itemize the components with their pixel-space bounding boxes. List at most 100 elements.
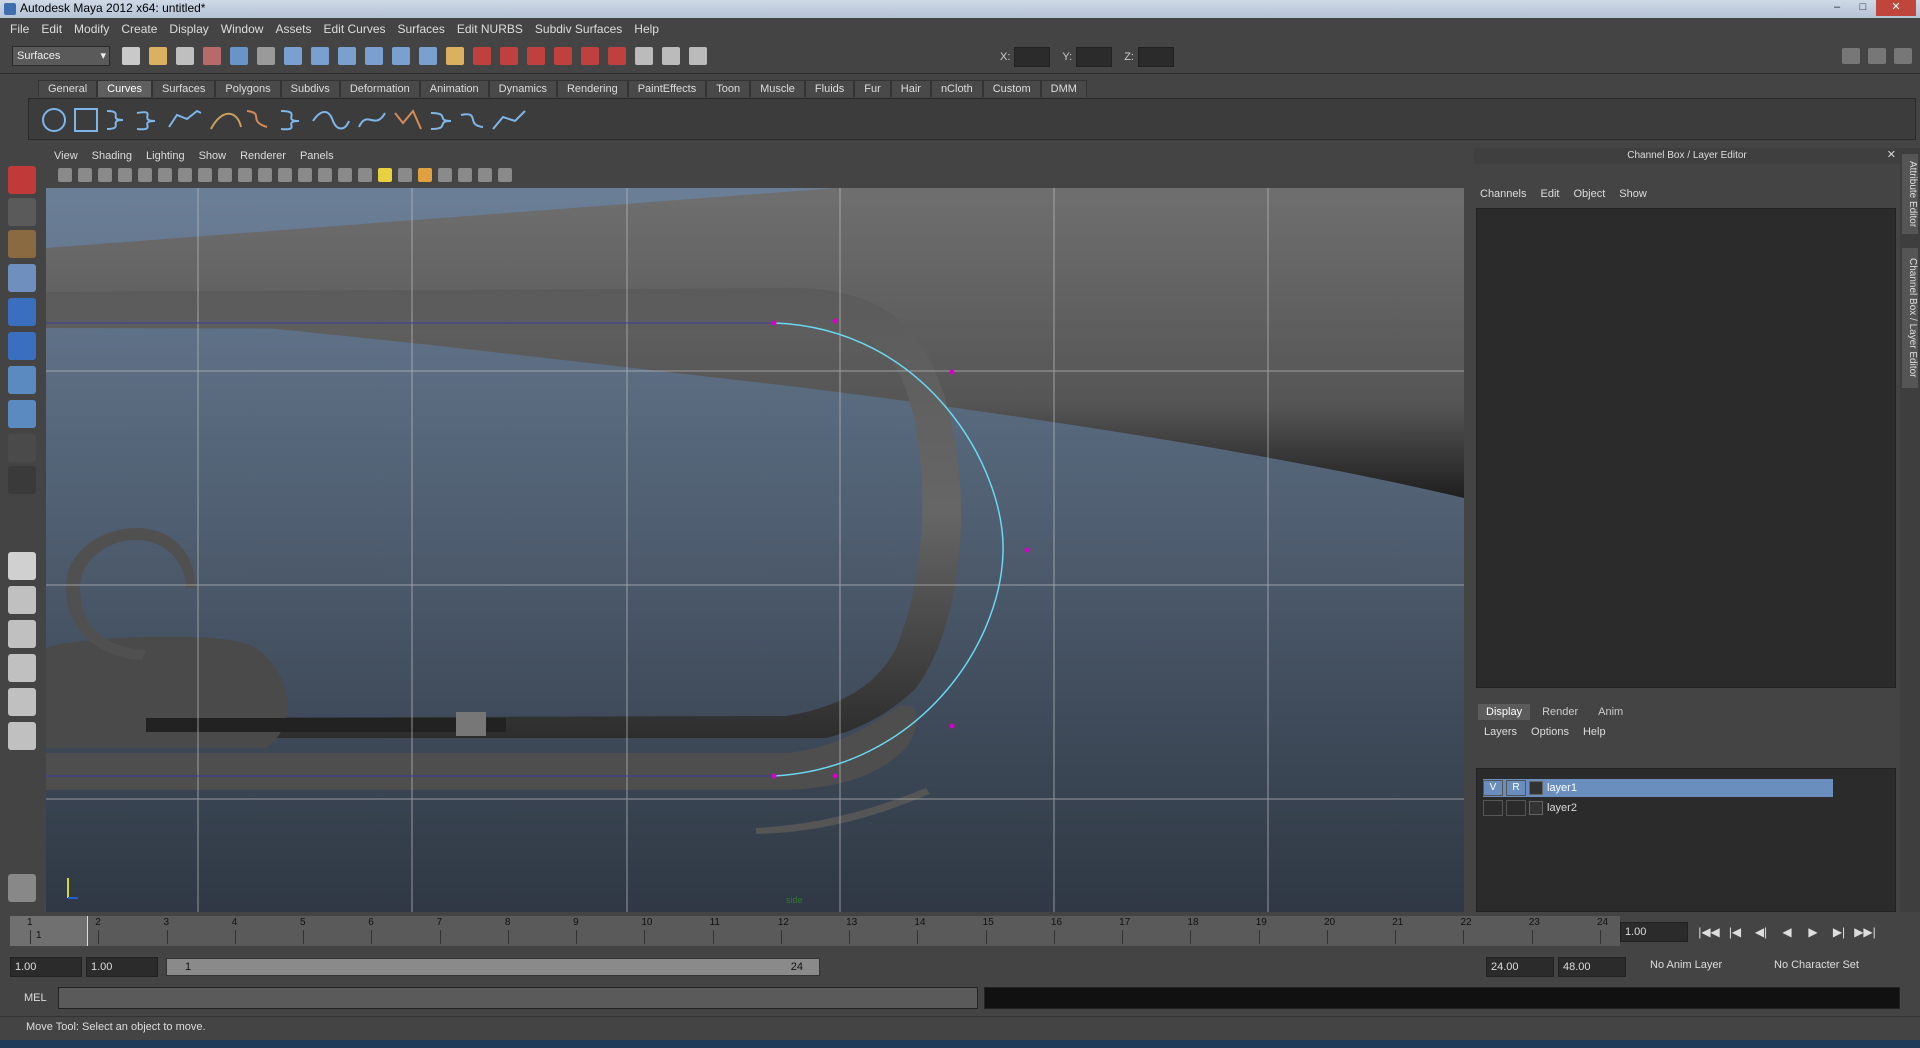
y-field[interactable] bbox=[1076, 47, 1113, 67]
menu-modify[interactable]: Modify bbox=[74, 22, 109, 36]
dope-sheet-layout-icon[interactable] bbox=[8, 722, 36, 750]
close-button[interactable]: ✕ bbox=[1876, 0, 1916, 16]
hypershade-layout-icon[interactable] bbox=[8, 688, 36, 716]
wireframe-on-shaded-icon[interactable] bbox=[338, 168, 352, 182]
arc-tool-icon[interactable] bbox=[210, 112, 242, 130]
xray-icon[interactable] bbox=[458, 168, 472, 182]
smooth-shade-icon[interactable] bbox=[318, 168, 332, 182]
anim-start-field[interactable]: 1.00 bbox=[86, 957, 158, 977]
rotate-tool-icon[interactable] bbox=[8, 298, 36, 326]
layer-tab-render[interactable]: Render bbox=[1534, 704, 1586, 720]
layers-menu[interactable]: Layers bbox=[1484, 726, 1517, 738]
cb-object-menu[interactable]: Object bbox=[1573, 188, 1605, 200]
input-line-icon[interactable] bbox=[689, 47, 707, 65]
detach-curves-icon[interactable] bbox=[430, 112, 452, 130]
panel-menu-lighting[interactable]: Lighting bbox=[146, 150, 185, 162]
curve-cv[interactable] bbox=[771, 320, 777, 326]
panel-menu-renderer[interactable]: Renderer bbox=[240, 150, 286, 162]
channel-box-tab[interactable]: Channel Box / Layer Editor bbox=[1902, 248, 1918, 388]
lock-icon[interactable] bbox=[446, 47, 464, 65]
panel-menu-view[interactable]: View bbox=[54, 150, 78, 162]
step-forward-key-button[interactable]: ▶| bbox=[1826, 922, 1852, 942]
two-d-pan-zoom-icon[interactable] bbox=[138, 168, 152, 182]
z-field[interactable] bbox=[1137, 47, 1174, 67]
rebuild-curve-icon[interactable] bbox=[460, 113, 484, 128]
tool-settings-toggle-icon[interactable] bbox=[1868, 48, 1886, 64]
layer-color-swatch[interactable] bbox=[1529, 781, 1543, 795]
play-backwards-button[interactable]: ◀ bbox=[1774, 922, 1800, 942]
safe-action-icon[interactable] bbox=[258, 168, 272, 182]
current-time-field[interactable]: 1.00 bbox=[1620, 922, 1688, 942]
panel-menu-show[interactable]: Show bbox=[199, 150, 227, 162]
command-input[interactable] bbox=[58, 987, 978, 1009]
attribute-editor-tab[interactable]: Attribute Editor bbox=[1902, 154, 1918, 234]
snap-grid-icon[interactable] bbox=[284, 47, 302, 65]
wireframe-icon[interactable] bbox=[298, 168, 312, 182]
range-slider[interactable]: 1 24 bbox=[166, 958, 820, 976]
insert-knot-icon[interactable] bbox=[492, 110, 526, 130]
render-view-icon[interactable] bbox=[635, 47, 653, 65]
history-icon[interactable] bbox=[419, 47, 437, 65]
paint-select-tool-icon[interactable] bbox=[8, 230, 36, 258]
layer-row-layer2[interactable]: layer2 bbox=[1483, 799, 1577, 817]
safe-title-icon[interactable] bbox=[278, 168, 292, 182]
textured-icon[interactable] bbox=[358, 168, 372, 182]
scale-tool-icon[interactable] bbox=[8, 332, 36, 360]
select-tool-icon[interactable] bbox=[8, 166, 36, 194]
image-plane-icon[interactable] bbox=[118, 168, 132, 182]
step-back-button[interactable]: |◀ bbox=[1722, 922, 1748, 942]
isolate-select-icon[interactable] bbox=[438, 168, 452, 182]
bookmarks-icon[interactable] bbox=[98, 168, 112, 182]
layer-tab-display[interactable]: Display bbox=[1478, 704, 1531, 720]
command-shell-icon[interactable] bbox=[8, 874, 36, 902]
render-settings-icon[interactable] bbox=[527, 47, 545, 65]
x-field[interactable] bbox=[1014, 47, 1051, 67]
soft-modification-icon[interactable] bbox=[8, 400, 36, 428]
menu-subdiv-surfaces[interactable]: Subdiv Surfaces bbox=[535, 22, 622, 36]
layer-reference-toggle[interactable] bbox=[1506, 800, 1526, 816]
hypershade-icon[interactable] bbox=[662, 47, 680, 65]
time-slider[interactable]: 1 1 2 3 4 5 6 7 8 9 10 11 12 13 14 15 16 17 18 19 20 21 22 23 2… bbox=[10, 916, 1620, 946]
menu-display[interactable]: Display bbox=[169, 22, 208, 36]
field-chart-icon[interactable] bbox=[238, 168, 252, 182]
menu-set-selector[interactable]: Surfaces ▾ bbox=[12, 46, 110, 66]
curve-loop-icon[interactable] bbox=[358, 112, 386, 128]
curve-cv[interactable] bbox=[949, 369, 955, 375]
shelf-tab-toon[interactable]: Toon bbox=[706, 80, 751, 97]
select-component-icon[interactable] bbox=[257, 47, 275, 65]
resolution-gate-icon[interactable] bbox=[198, 168, 212, 182]
select-hierarchy-icon[interactable] bbox=[203, 47, 221, 65]
anim-layer-dropdown[interactable]: No Anim Layer bbox=[1650, 959, 1722, 971]
menu-assets[interactable]: Assets bbox=[275, 22, 311, 36]
anim-end-field[interactable]: 24.00 bbox=[1486, 957, 1554, 977]
channel-box-toggle-icon[interactable] bbox=[1894, 48, 1912, 64]
cb-show-menu[interactable]: Show bbox=[1619, 188, 1647, 200]
curve-cv[interactable] bbox=[949, 723, 955, 729]
attach-curves-icon[interactable] bbox=[394, 109, 422, 130]
shelf-tab-rendering[interactable]: Rendering bbox=[556, 80, 628, 97]
gate-mask-icon[interactable] bbox=[218, 168, 232, 182]
maximize-button[interactable]: □ bbox=[1850, 0, 1876, 16]
shelf-tab-curves[interactable]: Curves bbox=[97, 80, 152, 97]
menu-surfaces[interactable]: Surfaces bbox=[398, 22, 445, 36]
go-to-end-button[interactable]: ▶▶| bbox=[1852, 922, 1878, 942]
shelf-tab-painteffects[interactable]: PaintEffects bbox=[627, 80, 707, 97]
outliner-layout-icon[interactable] bbox=[8, 620, 36, 648]
panel-menu-shading[interactable]: Shading bbox=[92, 150, 132, 162]
use-all-lights-icon[interactable] bbox=[378, 168, 392, 182]
open-scene-icon[interactable] bbox=[149, 47, 167, 65]
attribute-editor-toggle-icon[interactable] bbox=[1842, 48, 1860, 64]
layer-visibility-toggle[interactable]: V bbox=[1483, 780, 1503, 796]
curve-cv[interactable] bbox=[832, 318, 838, 324]
shelf-tab-surfaces[interactable]: Surfaces bbox=[151, 80, 216, 97]
menu-edit-nurbs[interactable]: Edit NURBS bbox=[457, 22, 523, 36]
shelf-tab-general[interactable]: General bbox=[38, 80, 98, 97]
start-time-field[interactable]: 1.00 bbox=[10, 957, 82, 977]
menu-edit-curves[interactable]: Edit Curves bbox=[323, 22, 385, 36]
menu-window[interactable]: Window bbox=[221, 22, 264, 36]
snap-view-plane-icon[interactable] bbox=[365, 47, 383, 65]
offset-curve-icon[interactable] bbox=[280, 110, 300, 131]
move-tool-icon[interactable] bbox=[8, 264, 36, 292]
universal-manipulator-icon[interactable] bbox=[8, 366, 36, 394]
grid-toggle-icon[interactable] bbox=[158, 168, 172, 182]
